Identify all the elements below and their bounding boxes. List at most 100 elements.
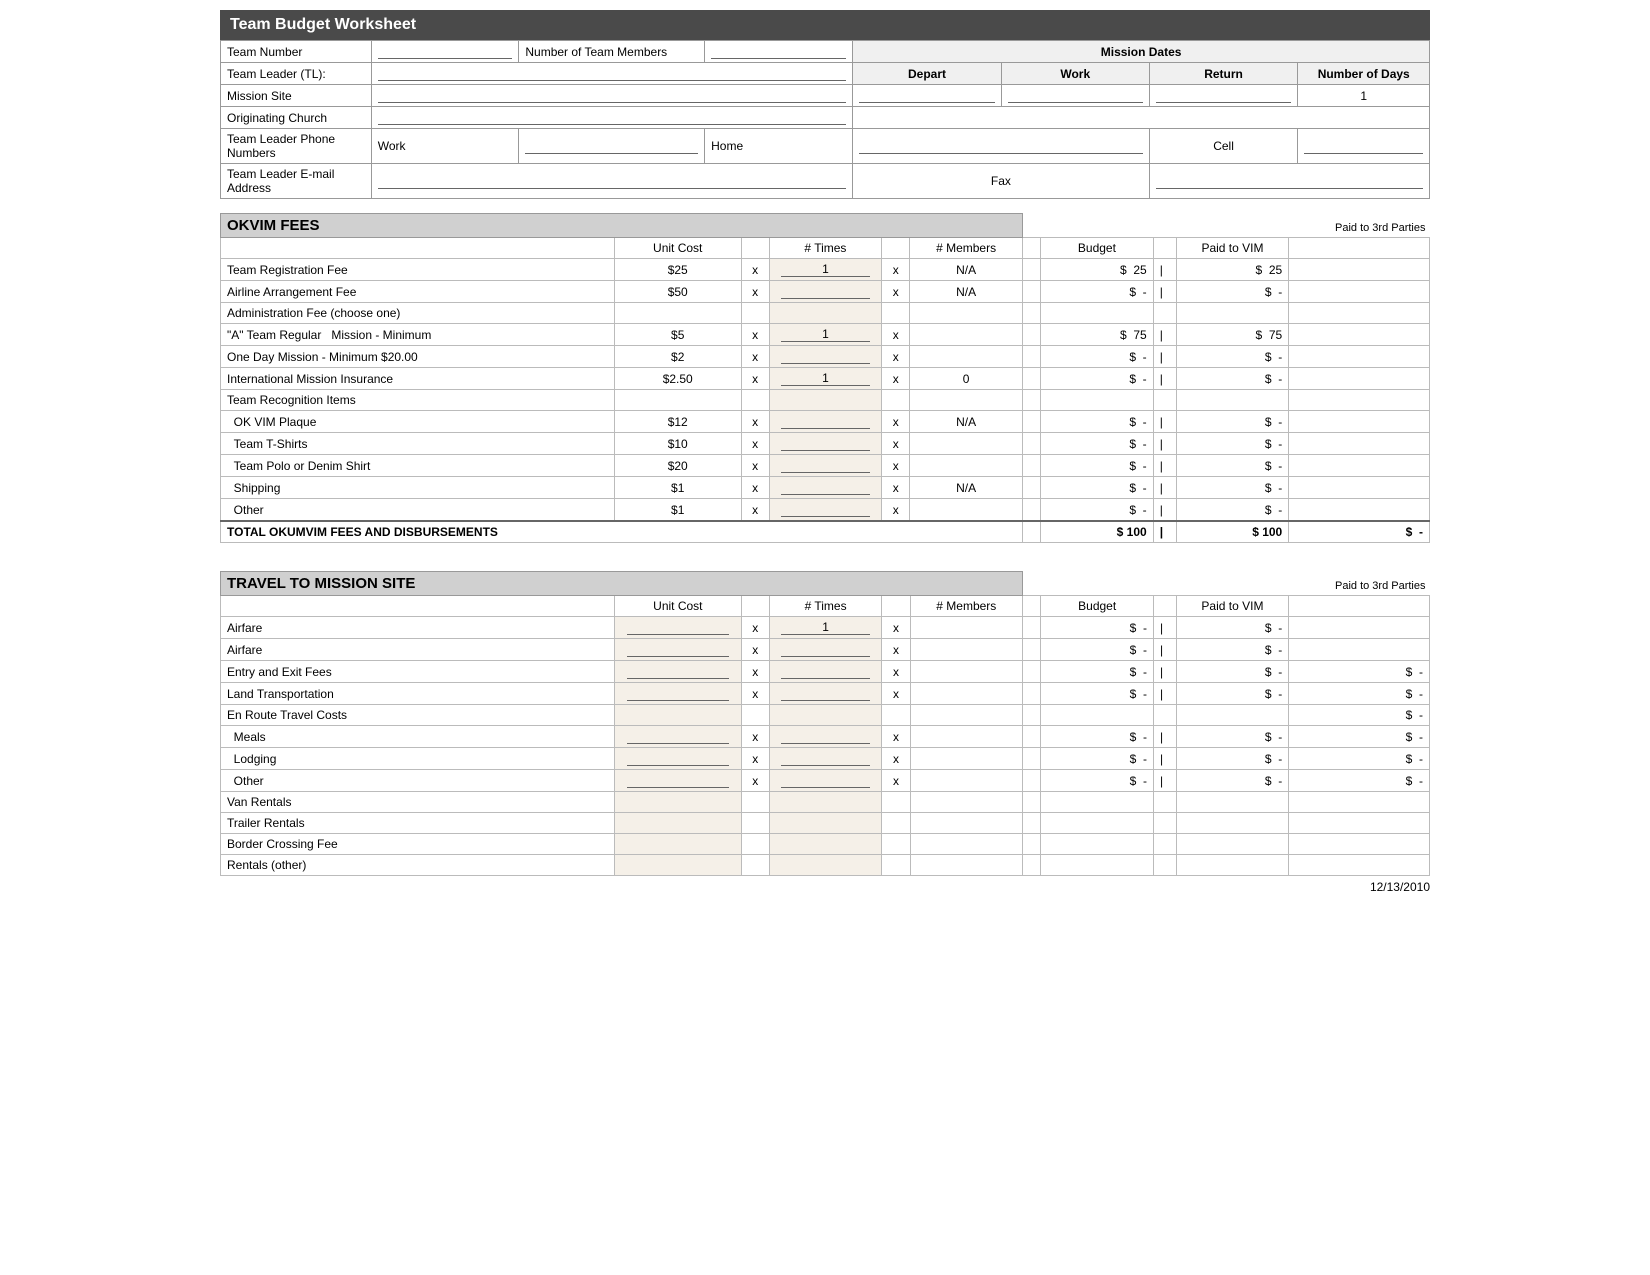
email-input[interactable] bbox=[378, 174, 846, 189]
return-date-input[interactable] bbox=[1156, 88, 1292, 103]
row-unit-input[interactable] bbox=[627, 686, 729, 701]
row-unit-input[interactable] bbox=[627, 729, 729, 744]
row-times-input[interactable] bbox=[781, 458, 871, 473]
row-unit-input[interactable] bbox=[627, 620, 729, 635]
cell-ph-label: Cell bbox=[1149, 129, 1298, 164]
row-times-input[interactable] bbox=[781, 436, 871, 451]
home-ph-input-cell[interactable] bbox=[853, 129, 1150, 164]
row-members bbox=[910, 748, 1023, 770]
row-label: OK VIM Plaque bbox=[221, 411, 615, 433]
fax-input-cell[interactable] bbox=[1149, 164, 1429, 199]
row-times-cell[interactable] bbox=[769, 281, 882, 303]
row-paid-vim: $ - bbox=[1176, 748, 1289, 770]
originating-church-input-cell[interactable] bbox=[371, 107, 852, 129]
row-paid-3rd: $ - bbox=[1289, 726, 1430, 748]
row-times-input[interactable] bbox=[781, 664, 871, 679]
email-input-cell[interactable] bbox=[371, 164, 852, 199]
num-members-input-cell[interactable] bbox=[705, 41, 853, 63]
cell-ph-input[interactable] bbox=[1304, 139, 1423, 154]
team-number-input[interactable] bbox=[378, 44, 513, 59]
row-times-cell[interactable] bbox=[769, 770, 882, 792]
okvim-col-sep bbox=[1153, 238, 1176, 259]
row-label: Shipping bbox=[221, 477, 615, 499]
row-label: Airfare bbox=[221, 639, 615, 661]
row-times-cell[interactable] bbox=[769, 683, 882, 705]
home-ph-input[interactable] bbox=[859, 139, 1143, 154]
row-times-input[interactable] bbox=[781, 686, 871, 701]
mission-site-input-cell[interactable] bbox=[371, 85, 852, 107]
cell-ph-input-cell[interactable] bbox=[1298, 129, 1430, 164]
row-label: Rentals (other) bbox=[221, 855, 615, 876]
row-unit-cell[interactable] bbox=[615, 661, 742, 683]
row-x2: x bbox=[882, 324, 910, 346]
team-leader-input[interactable] bbox=[378, 66, 846, 81]
row-times-input[interactable] bbox=[781, 327, 871, 342]
row-paid-3rd: $ - bbox=[1289, 683, 1430, 705]
row-paid-vim: $ - bbox=[1176, 683, 1289, 705]
row-x: x bbox=[741, 748, 769, 770]
row-times-input[interactable] bbox=[781, 480, 871, 495]
row-times-cell[interactable] bbox=[769, 346, 882, 368]
row-times-cell[interactable] bbox=[769, 726, 882, 748]
row-unit-cell[interactable] bbox=[615, 617, 742, 639]
row-times-cell[interactable] bbox=[769, 748, 882, 770]
originating-church-input[interactable] bbox=[378, 110, 846, 125]
row-unit-cell[interactable] bbox=[615, 639, 742, 661]
row-times-input[interactable] bbox=[781, 729, 871, 744]
team-leader-label: Team Leader (TL): bbox=[221, 63, 372, 85]
row-times-cell[interactable] bbox=[769, 477, 882, 499]
row-times-input[interactable] bbox=[781, 642, 871, 657]
row-budget: $ - bbox=[1041, 639, 1154, 661]
row-times-cell[interactable] bbox=[769, 455, 882, 477]
row-times-cell[interactable] bbox=[769, 368, 882, 390]
row-unit-input[interactable] bbox=[627, 751, 729, 766]
row-times-cell[interactable] bbox=[769, 639, 882, 661]
row-paid-3rd bbox=[1289, 346, 1430, 368]
row-unit-input[interactable] bbox=[627, 773, 729, 788]
row-paid-3rd: $ - bbox=[1289, 770, 1430, 792]
row-unit-cell[interactable] bbox=[615, 726, 742, 748]
row-label: One Day Mission - Minimum $20.00 bbox=[221, 346, 615, 368]
row-unit-cell[interactable] bbox=[615, 748, 742, 770]
row-unit-input[interactable] bbox=[627, 664, 729, 679]
row-times-cell[interactable] bbox=[769, 433, 882, 455]
row-times-input[interactable] bbox=[781, 414, 871, 429]
row-times-cell[interactable] bbox=[769, 499, 882, 522]
row-times-input[interactable] bbox=[781, 751, 871, 766]
row-unit-cell[interactable] bbox=[615, 770, 742, 792]
work-ph-input[interactable] bbox=[525, 139, 698, 154]
row-paid-3rd bbox=[1289, 477, 1430, 499]
row-unit-input[interactable] bbox=[627, 642, 729, 657]
row-times-input[interactable] bbox=[781, 349, 871, 364]
row-paid-3rd bbox=[1289, 411, 1430, 433]
team-number-input-cell[interactable] bbox=[371, 41, 519, 63]
row-times-input[interactable] bbox=[781, 284, 871, 299]
depart-date-input-cell[interactable] bbox=[853, 85, 1002, 107]
return-date-input-cell[interactable] bbox=[1149, 85, 1298, 107]
row-times-cell[interactable] bbox=[769, 324, 882, 346]
row-times-cell[interactable] bbox=[769, 617, 882, 639]
row-times-input[interactable] bbox=[781, 502, 871, 517]
row-times-cell[interactable] bbox=[769, 259, 882, 281]
row-times-cell[interactable] bbox=[769, 411, 882, 433]
work-date-input-cell[interactable] bbox=[1001, 85, 1149, 107]
depart-date-input[interactable] bbox=[859, 88, 995, 103]
row-times-input[interactable] bbox=[781, 620, 871, 635]
row-x: x bbox=[741, 639, 769, 661]
fax-input[interactable] bbox=[1156, 174, 1423, 189]
travel-col-paid-vim: Paid to VIM bbox=[1176, 596, 1289, 617]
okvim-col-x1 bbox=[741, 238, 769, 259]
row-unit-cell[interactable] bbox=[615, 683, 742, 705]
row-paid-3rd bbox=[1289, 281, 1430, 303]
row-times-cell[interactable] bbox=[769, 661, 882, 683]
footer-date: 12/13/2010 bbox=[220, 876, 1430, 894]
row-times-input[interactable] bbox=[781, 773, 871, 788]
mission-site-input[interactable] bbox=[378, 88, 846, 103]
work-date-input[interactable] bbox=[1008, 88, 1143, 103]
num-members-input[interactable] bbox=[711, 44, 846, 59]
okvim-col-budget: Budget bbox=[1041, 238, 1154, 259]
team-leader-input-cell[interactable] bbox=[371, 63, 852, 85]
work-ph-input-cell[interactable] bbox=[519, 129, 705, 164]
row-times-input[interactable] bbox=[781, 371, 871, 386]
row-times-input[interactable] bbox=[781, 262, 871, 277]
